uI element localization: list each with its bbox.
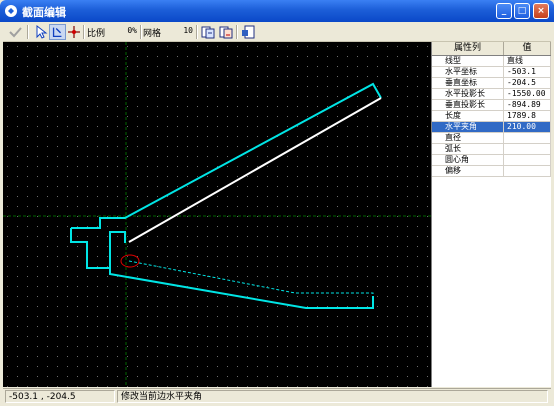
toolbar: 比例 0% 网格 10 (3, 22, 551, 42)
property-value[interactable]: -204.5 (504, 78, 551, 88)
toolbar-separator (236, 25, 238, 39)
property-row[interactable]: 水平坐标 -503.1 (432, 67, 551, 78)
property-value[interactable]: -894.89 (504, 100, 551, 110)
property-grid: 属性列 值 线型 直线 水平坐标 -503.1 垂直坐标 -204.5 水平投影长 -1550… (431, 42, 551, 387)
property-value[interactable] (504, 166, 551, 176)
property-row[interactable]: 圆心角 (432, 155, 551, 166)
toolbar-separator (196, 25, 198, 39)
toolbar-separator (83, 25, 85, 39)
scale-label: 比例 (87, 29, 106, 39)
property-value[interactable]: 1789.8 (504, 111, 551, 121)
property-value[interactable]: -1550.00 (504, 89, 551, 99)
window-title: 截面编辑 (22, 6, 66, 19)
property-value[interactable]: 210.00 (504, 122, 551, 132)
crosshair-icon[interactable] (66, 24, 83, 40)
header-value: 值 (504, 42, 551, 55)
property-value[interactable] (504, 155, 551, 165)
toolbar-separator (27, 25, 29, 39)
header-name: 属性列 (432, 42, 504, 55)
toolbar-separator (140, 25, 142, 39)
property-value[interactable] (504, 133, 551, 143)
edit-shape-icon[interactable] (49, 24, 66, 40)
property-row[interactable]: 弧长 (432, 144, 551, 155)
property-value[interactable] (504, 144, 551, 154)
property-name: 圆心角 (432, 155, 504, 165)
property-row[interactable]: 水平投影长 -1550.00 (432, 89, 551, 100)
grid-dots (3, 42, 431, 387)
app-icon (5, 5, 17, 17)
export-icon[interactable] (240, 24, 257, 40)
property-name: 直径 (432, 133, 504, 143)
pointer-icon[interactable] (32, 24, 49, 40)
property-name: 水平坐标 (432, 67, 504, 77)
property-name: 水平投影长 (432, 89, 504, 99)
property-name: 线型 (432, 56, 504, 66)
close-icon[interactable]: × (533, 3, 549, 19)
property-row[interactable]: 线型 直线 (432, 56, 551, 67)
property-name: 长度 (432, 111, 504, 121)
minimize-icon[interactable]: _ (496, 3, 512, 19)
property-row[interactable]: 垂直投影长 -894.89 (432, 100, 551, 111)
property-value[interactable]: 直线 (504, 56, 551, 66)
property-name: 水平夹角 (432, 122, 504, 132)
property-name: 弧长 (432, 144, 504, 154)
maximize-icon[interactable]: □ (514, 3, 530, 19)
property-row[interactable]: 垂直坐标 -204.5 (432, 78, 551, 89)
status-message: 修改当前边水平夹角 (117, 390, 548, 403)
property-value[interactable]: -503.1 (504, 67, 551, 77)
section-drawing[interactable] (3, 42, 431, 387)
status-bar: -503.1 , -204.5 修改当前边水平夹角 (3, 388, 551, 404)
title-bar[interactable]: 截面编辑 _ □ × (0, 0, 554, 22)
property-row[interactable]: 直径 (432, 133, 551, 144)
grid-label: 网格 (143, 29, 162, 39)
property-name: 垂直投影长 (432, 100, 504, 110)
property-name: 偏移 (432, 166, 504, 176)
property-row[interactable]: 偏移 (432, 166, 551, 177)
scale-value[interactable]: 0% (107, 26, 137, 35)
property-name: 垂直坐标 (432, 78, 504, 88)
property-grid-header: 属性列 值 (432, 42, 551, 56)
check-icon[interactable] (7, 24, 24, 40)
copy-section-icon[interactable] (200, 24, 217, 40)
status-coords: -503.1 , -204.5 (5, 390, 115, 403)
property-row[interactable]: 水平夹角 210.00 (432, 122, 551, 133)
grid-value[interactable]: 10 (165, 26, 193, 35)
property-row[interactable]: 长度 1789.8 (432, 111, 551, 122)
paste-section-icon[interactable] (218, 24, 235, 40)
drawing-canvas[interactable] (3, 42, 431, 387)
